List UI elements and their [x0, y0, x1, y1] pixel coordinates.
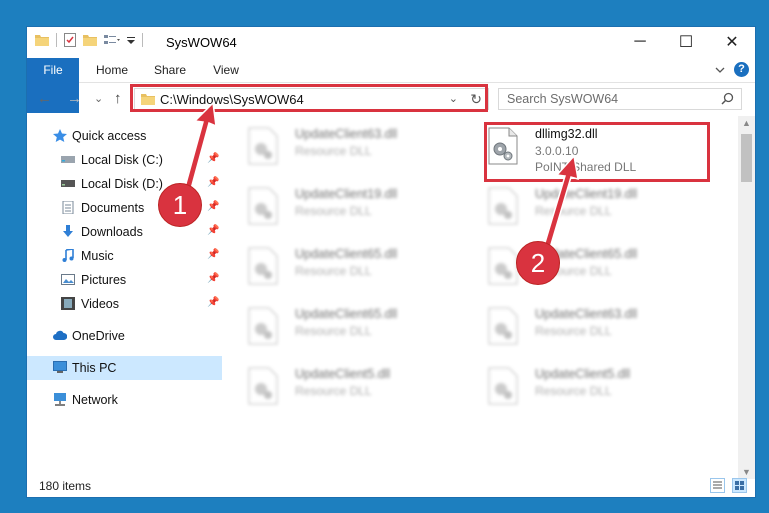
- step-2-badge: 2: [516, 241, 560, 285]
- step-1-badge: 1: [158, 183, 202, 227]
- annotation-arrows: [181, 101, 579, 259]
